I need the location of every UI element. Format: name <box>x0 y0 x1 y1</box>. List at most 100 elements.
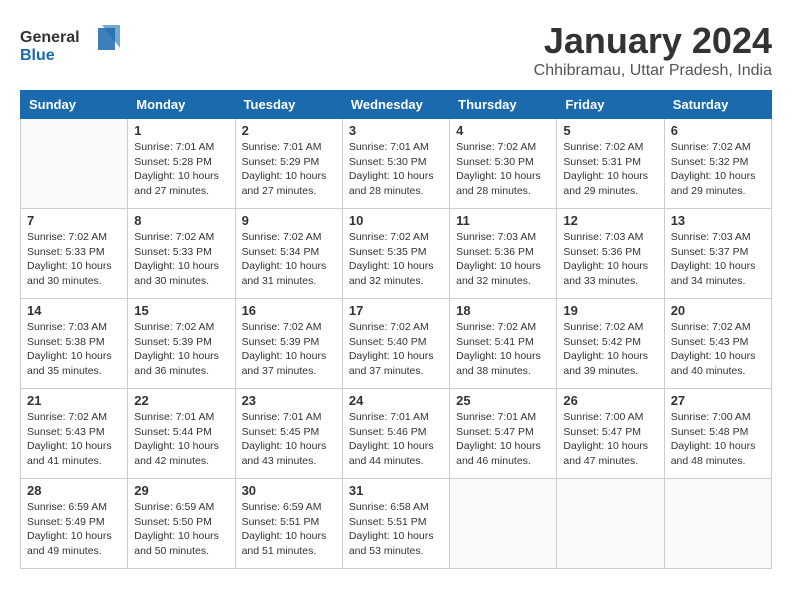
logo: General Blue <box>20 20 130 75</box>
weekday-header-row: SundayMondayTuesdayWednesdayThursdayFrid… <box>21 91 772 119</box>
day-info: Sunrise: 7:02 AMSunset: 5:31 PMDaylight:… <box>563 140 657 199</box>
day-info: Sunrise: 6:59 AMSunset: 5:49 PMDaylight:… <box>27 500 121 559</box>
day-number: 16 <box>242 303 336 318</box>
calendar-cell: 3Sunrise: 7:01 AMSunset: 5:30 PMDaylight… <box>342 119 449 209</box>
day-info: Sunrise: 7:01 AMSunset: 5:46 PMDaylight:… <box>349 410 443 469</box>
calendar-cell: 2 Sunrise: 7:01 AMSunset: 5:29 PMDaylight… <box>235 119 342 209</box>
day-number: 14 <box>27 303 121 318</box>
calendar-cell <box>450 479 557 569</box>
calendar-cell: 8 Sunrise: 7:02 AMSunset: 5:33 PMDaylight… <box>128 209 235 299</box>
calendar-cell: 26 Sunrise: 7:00 AMSunset: 5:47 PMDayligh… <box>557 389 664 479</box>
day-info: Sunrise: 7:01 AMSunset: 5:29 PMDaylight:… <box>242 140 336 199</box>
day-number: 27 <box>671 393 765 408</box>
weekday-header-friday: Friday <box>557 91 664 119</box>
day-number: 19 <box>563 303 657 318</box>
weekday-header-tuesday: Tuesday <box>235 91 342 119</box>
day-info: Sunrise: 7:02 AMSunset: 5:30 PMDaylight:… <box>456 140 550 199</box>
logo-text: General Blue <box>20 20 130 75</box>
day-number: 6 <box>671 123 765 138</box>
day-number: 2 <box>242 123 336 138</box>
week-row-1: 1Sunrise: 7:01 AMSunset: 5:28 PMDaylight… <box>21 119 772 209</box>
calendar-cell: 28 Sunrise: 6:59 AMSunset: 5:49 PMDayligh… <box>21 479 128 569</box>
calendar-cell: 20 Sunrise: 7:02 AMSunset: 5:43 PMDayligh… <box>664 299 771 389</box>
day-number: 17 <box>349 303 443 318</box>
calendar-cell: 7 Sunrise: 7:02 AMSunset: 5:33 PMDaylight… <box>21 209 128 299</box>
day-info: Sunrise: 7:02 AMSunset: 5:41 PMDaylight:… <box>456 320 550 379</box>
day-number: 5 <box>563 123 657 138</box>
day-number: 26 <box>563 393 657 408</box>
calendar-cell: 11Sunrise: 7:03 AMSunset: 5:36 PMDayligh… <box>450 209 557 299</box>
month-title: January 2024 <box>534 20 772 62</box>
day-info: Sunrise: 7:00 AMSunset: 5:48 PMDaylight:… <box>671 410 765 469</box>
day-number: 29 <box>134 483 228 498</box>
calendar-cell: 30 Sunrise: 6:59 AMSunset: 5:51 PMDayligh… <box>235 479 342 569</box>
day-info: Sunrise: 7:02 AMSunset: 5:43 PMDaylight:… <box>671 320 765 379</box>
week-row-5: 28 Sunrise: 6:59 AMSunset: 5:49 PMDayligh… <box>21 479 772 569</box>
day-info: Sunrise: 7:02 AMSunset: 5:33 PMDaylight:… <box>134 230 228 289</box>
day-number: 20 <box>671 303 765 318</box>
day-number: 25 <box>456 393 550 408</box>
day-info: Sunrise: 7:01 AMSunset: 5:47 PMDaylight:… <box>456 410 550 469</box>
day-number: 9 <box>242 213 336 228</box>
day-info: Sunrise: 7:02 AMSunset: 5:42 PMDaylight:… <box>563 320 657 379</box>
calendar-cell: 31 Sunrise: 6:58 AMSunset: 5:51 PMDayligh… <box>342 479 449 569</box>
day-info: Sunrise: 6:59 AMSunset: 5:50 PMDaylight:… <box>134 500 228 559</box>
calendar-cell: 19 Sunrise: 7:02 AMSunset: 5:42 PMDayligh… <box>557 299 664 389</box>
calendar-cell: 9 Sunrise: 7:02 AMSunset: 5:34 PMDaylight… <box>235 209 342 299</box>
calendar-cell: 15Sunrise: 7:02 AMSunset: 5:39 PMDayligh… <box>128 299 235 389</box>
weekday-header-sunday: Sunday <box>21 91 128 119</box>
weekday-header-wednesday: Wednesday <box>342 91 449 119</box>
day-info: Sunrise: 7:03 AMSunset: 5:36 PMDaylight:… <box>563 230 657 289</box>
calendar-cell: 21 Sunrise: 7:02 AMSunset: 5:43 PMDayligh… <box>21 389 128 479</box>
calendar-cell: 14 Sunrise: 7:03 AMSunset: 5:38 PMDayligh… <box>21 299 128 389</box>
day-info: Sunrise: 7:02 AMSunset: 5:34 PMDaylight:… <box>242 230 336 289</box>
day-number: 7 <box>27 213 121 228</box>
svg-text:Blue: Blue <box>20 47 55 64</box>
week-row-2: 7 Sunrise: 7:02 AMSunset: 5:33 PMDaylight… <box>21 209 772 299</box>
calendar-cell: 18 Sunrise: 7:02 AMSunset: 5:41 PMDayligh… <box>450 299 557 389</box>
day-info: Sunrise: 7:02 AMSunset: 5:32 PMDaylight:… <box>671 140 765 199</box>
weekday-header-thursday: Thursday <box>450 91 557 119</box>
title-section: January 2024 Chhibramau, Uttar Pradesh, … <box>534 20 772 80</box>
calendar-cell <box>21 119 128 209</box>
day-info: Sunrise: 7:00 AMSunset: 5:47 PMDaylight:… <box>563 410 657 469</box>
day-number: 23 <box>242 393 336 408</box>
day-info: Sunrise: 7:03 AMSunset: 5:38 PMDaylight:… <box>27 320 121 379</box>
day-number: 15 <box>134 303 228 318</box>
day-info: Sunrise: 7:02 AMSunset: 5:40 PMDaylight:… <box>349 320 443 379</box>
weekday-header-monday: Monday <box>128 91 235 119</box>
calendar-cell: 24 Sunrise: 7:01 AMSunset: 5:46 PMDayligh… <box>342 389 449 479</box>
day-info: Sunrise: 7:01 AMSunset: 5:30 PMDaylight:… <box>349 140 443 199</box>
day-info: Sunrise: 6:59 AMSunset: 5:51 PMDaylight:… <box>242 500 336 559</box>
day-info: Sunrise: 7:01 AMSunset: 5:44 PMDaylight:… <box>134 410 228 469</box>
day-info: Sunrise: 7:02 AMSunset: 5:39 PMDaylight:… <box>242 320 336 379</box>
calendar-cell: 16 Sunrise: 7:02 AMSunset: 5:39 PMDayligh… <box>235 299 342 389</box>
calendar-cell: 12Sunrise: 7:03 AMSunset: 5:36 PMDayligh… <box>557 209 664 299</box>
day-number: 13 <box>671 213 765 228</box>
calendar-cell: 27 Sunrise: 7:00 AMSunset: 5:48 PMDayligh… <box>664 389 771 479</box>
day-info: Sunrise: 6:58 AMSunset: 5:51 PMDaylight:… <box>349 500 443 559</box>
day-number: 24 <box>349 393 443 408</box>
day-number: 30 <box>242 483 336 498</box>
day-number: 21 <box>27 393 121 408</box>
day-info: Sunrise: 7:02 AMSunset: 5:33 PMDaylight:… <box>27 230 121 289</box>
day-info: Sunrise: 7:03 AMSunset: 5:36 PMDaylight:… <box>456 230 550 289</box>
calendar-cell: 10Sunrise: 7:02 AMSunset: 5:35 PMDayligh… <box>342 209 449 299</box>
calendar-cell: 6 Sunrise: 7:02 AMSunset: 5:32 PMDaylight… <box>664 119 771 209</box>
calendar-cell: 29 Sunrise: 6:59 AMSunset: 5:50 PMDayligh… <box>128 479 235 569</box>
day-number: 8 <box>134 213 228 228</box>
calendar-cell <box>664 479 771 569</box>
day-number: 28 <box>27 483 121 498</box>
day-info: Sunrise: 7:02 AMSunset: 5:43 PMDaylight:… <box>27 410 121 469</box>
day-info: Sunrise: 7:03 AMSunset: 5:37 PMDaylight:… <box>671 230 765 289</box>
day-number: 4 <box>456 123 550 138</box>
calendar-cell: 22 Sunrise: 7:01 AMSunset: 5:44 PMDayligh… <box>128 389 235 479</box>
calendar-cell <box>557 479 664 569</box>
day-number: 22 <box>134 393 228 408</box>
day-number: 18 <box>456 303 550 318</box>
day-number: 1 <box>134 123 228 138</box>
calendar-cell: 5 Sunrise: 7:02 AMSunset: 5:31 PMDaylight… <box>557 119 664 209</box>
day-info: Sunrise: 7:02 AMSunset: 5:35 PMDaylight:… <box>349 230 443 289</box>
day-number: 31 <box>349 483 443 498</box>
location: Chhibramau, Uttar Pradesh, India <box>534 62 772 80</box>
